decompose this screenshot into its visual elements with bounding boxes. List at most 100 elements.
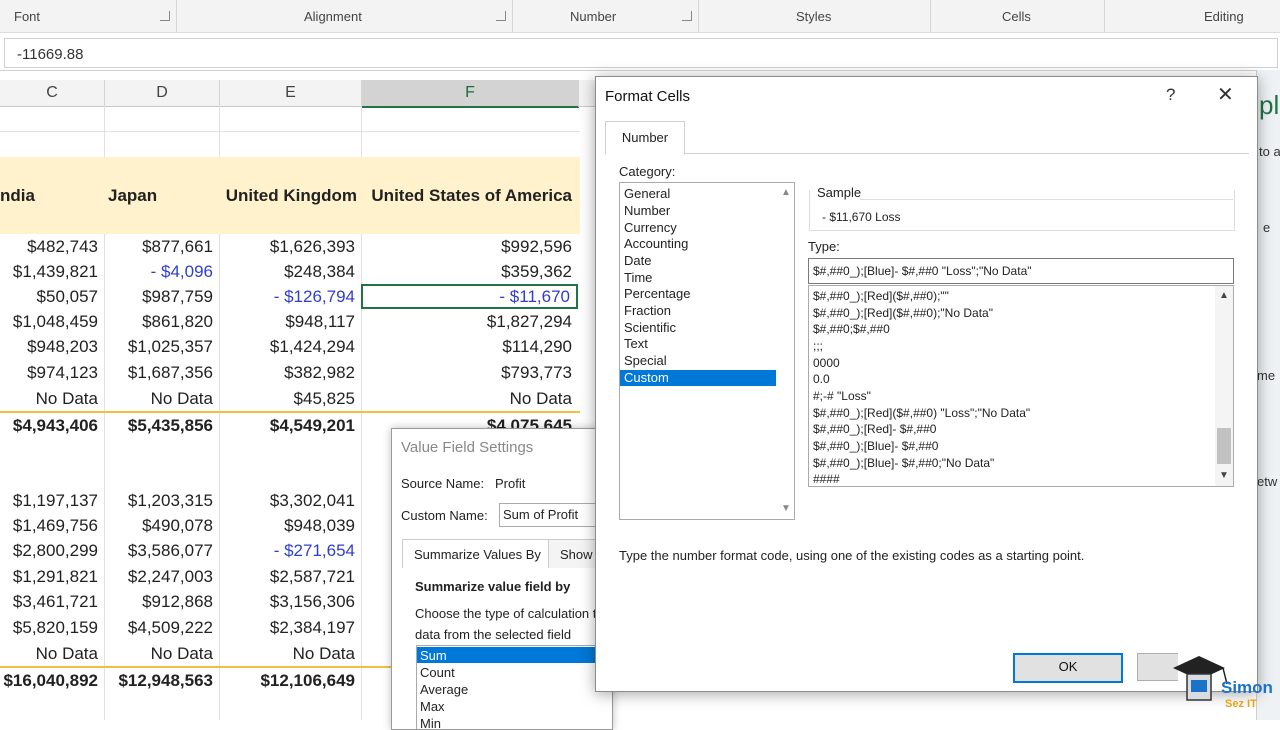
- cell[interactable]: $2,384,197: [220, 615, 361, 640]
- category-scientific[interactable]: Scientific: [620, 320, 776, 336]
- category-date[interactable]: Date: [620, 253, 776, 269]
- format-code-list[interactable]: $#,##0_);[Red]($#,##0);"" $#,##0_);[Red]…: [808, 285, 1234, 487]
- category-currency[interactable]: Currency: [620, 220, 776, 236]
- category-accounting[interactable]: Accounting: [620, 236, 776, 252]
- format-code-item[interactable]: $#,##0_);[Blue]- $#,##0: [813, 439, 938, 453]
- scroll-up-icon[interactable]: ▲: [781, 187, 791, 198]
- cell[interactable]: $1,025,357: [105, 334, 219, 359]
- cell[interactable]: $992,596: [362, 234, 578, 259]
- header-usa[interactable]: United States of America: [362, 183, 580, 208]
- cell[interactable]: $359,362: [362, 259, 578, 284]
- cell[interactable]: $490,078: [105, 513, 219, 538]
- category-special[interactable]: Special: [620, 353, 776, 369]
- cell[interactable]: $1,469,756: [0, 513, 104, 538]
- cell[interactable]: $1,048,459: [0, 309, 104, 334]
- cell[interactable]: $948,039: [220, 513, 361, 538]
- cell[interactable]: $987,759: [105, 284, 219, 309]
- formula-input[interactable]: -11669.88: [4, 38, 1278, 68]
- cell[interactable]: $3,586,077: [105, 538, 219, 563]
- list-item-sum[interactable]: Sum: [420, 648, 447, 663]
- cell[interactable]: $3,461,721: [0, 589, 104, 614]
- cell[interactable]: No Data: [105, 641, 219, 666]
- column-header-c[interactable]: C: [0, 80, 105, 106]
- cell[interactable]: No Data: [362, 386, 578, 411]
- cell[interactable]: $1,626,393: [220, 234, 361, 259]
- cell[interactable]: $1,424,294: [220, 334, 361, 359]
- scroll-down-icon[interactable]: ▼: [1219, 470, 1229, 481]
- help-icon[interactable]: ?: [1166, 85, 1175, 105]
- cell[interactable]: $2,800,299: [0, 538, 104, 563]
- active-cell[interactable]: - $11,670: [361, 284, 578, 309]
- category-scrollbar[interactable]: ▲ ▼: [777, 183, 794, 519]
- category-list[interactable]: General Number Currency Accounting Date …: [619, 182, 795, 520]
- format-code-item[interactable]: 0.0: [813, 372, 830, 386]
- cell[interactable]: - $271,654: [220, 538, 361, 563]
- format-code-item[interactable]: ;;;: [813, 339, 823, 353]
- cell[interactable]: $912,868: [105, 589, 219, 614]
- header-india[interactable]: ndia: [0, 183, 40, 208]
- header-japan[interactable]: Japan: [105, 183, 219, 208]
- alignment-dialog-launcher-icon[interactable]: [496, 11, 506, 21]
- scroll-down-icon[interactable]: ▼: [781, 503, 791, 514]
- cell[interactable]: $12,948,563: [105, 668, 219, 693]
- font-dialog-launcher-icon[interactable]: [160, 11, 170, 21]
- format-code-item[interactable]: $#,##0_);[Blue]- $#,##0;"No Data": [813, 456, 994, 470]
- scroll-up-icon[interactable]: ▲: [1219, 290, 1229, 301]
- format-code-scrollbar[interactable]: ▲ ▼: [1215, 286, 1233, 486]
- cell[interactable]: $1,687,356: [105, 360, 219, 385]
- category-percentage[interactable]: Percentage: [620, 286, 776, 302]
- list-item-min[interactable]: Min: [420, 716, 441, 729]
- format-code-item[interactable]: $#,##0_);[Red]($#,##0);"No Data": [813, 306, 993, 320]
- cell[interactable]: No Data: [220, 641, 361, 666]
- category-time[interactable]: Time: [620, 270, 776, 286]
- cell[interactable]: $3,156,306: [220, 589, 361, 614]
- cell[interactable]: $4,509,222: [105, 615, 219, 640]
- cell[interactable]: $877,661: [105, 234, 219, 259]
- format-code-item[interactable]: $#,##0_);[Red]- $#,##0: [813, 422, 936, 436]
- category-general[interactable]: General: [620, 186, 776, 202]
- cell[interactable]: $16,040,892: [0, 668, 104, 693]
- scroll-thumb[interactable]: [1217, 428, 1231, 464]
- cell[interactable]: No Data: [0, 641, 104, 666]
- category-number[interactable]: Number: [620, 203, 776, 219]
- cell[interactable]: $4,549,201: [220, 413, 361, 438]
- cell[interactable]: $1,827,294: [362, 309, 578, 334]
- cell[interactable]: $12,106,649: [220, 668, 361, 693]
- cell[interactable]: - $126,794: [220, 284, 361, 309]
- list-item-count[interactable]: Count: [420, 665, 455, 680]
- category-text[interactable]: Text: [620, 336, 776, 352]
- cell[interactable]: $1,197,137: [0, 488, 104, 513]
- category-custom[interactable]: Custom: [620, 370, 776, 386]
- summarize-function-list[interactable]: Sum Count Average Max Min: [416, 645, 612, 729]
- tab-number[interactable]: Number: [605, 121, 685, 155]
- format-code-item[interactable]: ####: [813, 472, 840, 486]
- format-code-item[interactable]: $#,##0;$#,##0: [813, 322, 890, 336]
- cell[interactable]: $45,825: [220, 386, 361, 411]
- cell[interactable]: $793,773: [362, 360, 578, 385]
- cell[interactable]: $948,117: [220, 309, 361, 334]
- cell[interactable]: $50,057: [0, 284, 104, 309]
- cell[interactable]: - $4,096: [105, 259, 219, 284]
- cell[interactable]: $1,203,315: [105, 488, 219, 513]
- cell[interactable]: $948,203: [0, 334, 104, 359]
- format-code-item[interactable]: $#,##0_);[Red]($#,##0);"": [813, 289, 949, 303]
- type-input[interactable]: $#,##0_);[Blue]- $#,##0 "Loss";"No Data": [808, 258, 1234, 284]
- format-code-item[interactable]: 0000: [813, 356, 840, 370]
- cell[interactable]: $3,302,041: [220, 488, 361, 513]
- header-united-kingdom[interactable]: United Kingdom: [220, 183, 362, 208]
- cell[interactable]: $5,435,856: [105, 413, 219, 438]
- cell[interactable]: $2,247,003: [105, 564, 219, 589]
- tab-summarize-values-by[interactable]: Summarize Values By: [402, 539, 549, 568]
- list-item-max[interactable]: Max: [420, 699, 445, 714]
- format-code-item[interactable]: $#,##0_);[Red]($#,##0) "Loss";"No Data": [813, 406, 1030, 420]
- category-fraction[interactable]: Fraction: [620, 303, 776, 319]
- cell[interactable]: No Data: [0, 386, 104, 411]
- cell[interactable]: No Data: [105, 386, 219, 411]
- cell[interactable]: $2,587,721: [220, 564, 361, 589]
- ok-button[interactable]: OK: [1013, 653, 1123, 683]
- format-code-item[interactable]: #;-# "Loss": [813, 389, 871, 403]
- cell[interactable]: $5,820,159: [0, 615, 104, 640]
- list-item-average[interactable]: Average: [420, 682, 468, 697]
- column-header-d[interactable]: D: [105, 80, 220, 106]
- cell[interactable]: $974,123: [0, 360, 104, 385]
